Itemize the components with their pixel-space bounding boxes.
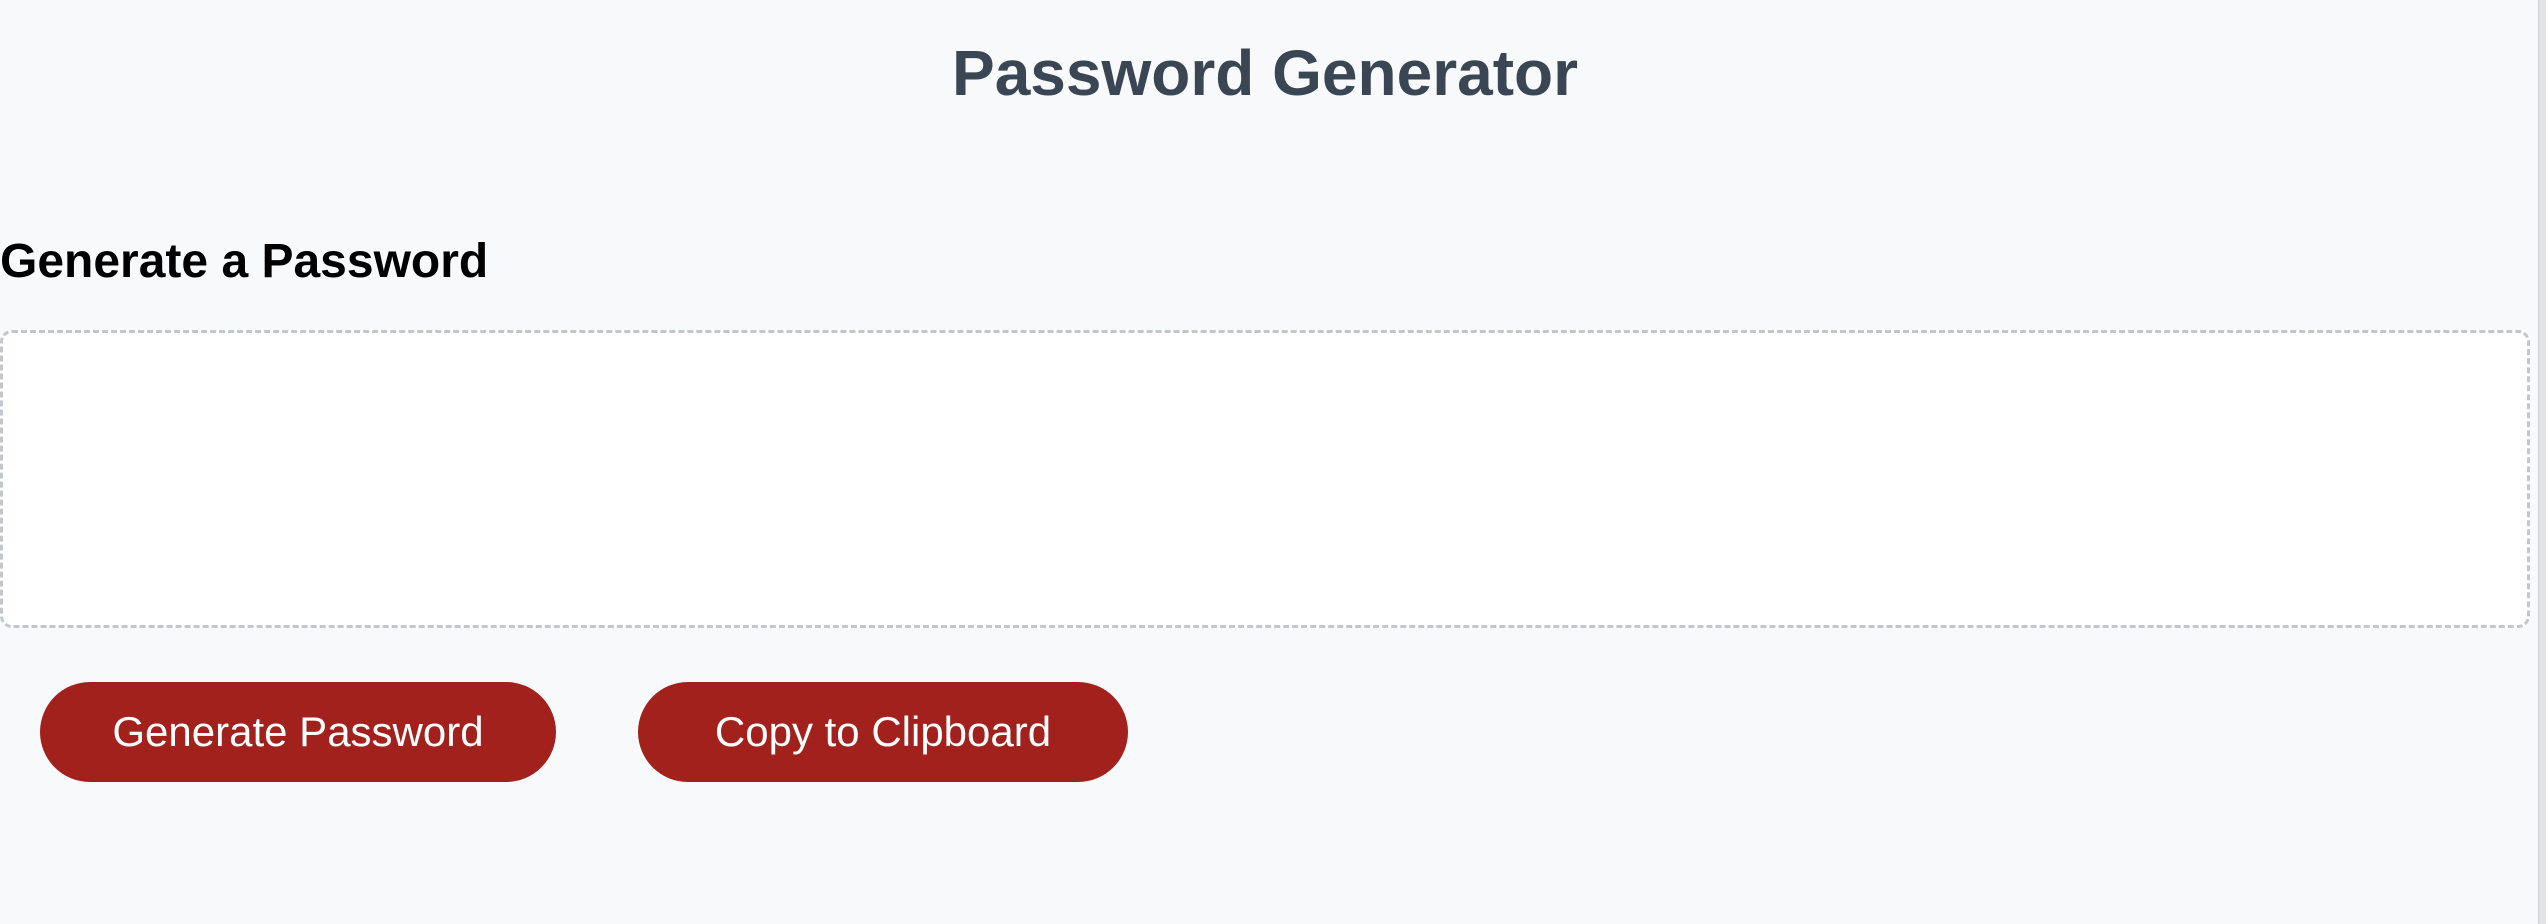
page: Password Generator Generate a Password G… [0, 0, 2546, 924]
card-heading: Generate a Password [0, 235, 489, 288]
page-title: Password Generator [952, 37, 1578, 109]
password-output[interactable] [0, 330, 2530, 628]
generate-password-button[interactable]: Generate Password [40, 682, 556, 782]
copy-to-clipboard-button[interactable]: Copy to Clipboard [638, 682, 1128, 782]
scrollbar[interactable] [2538, 0, 2546, 924]
